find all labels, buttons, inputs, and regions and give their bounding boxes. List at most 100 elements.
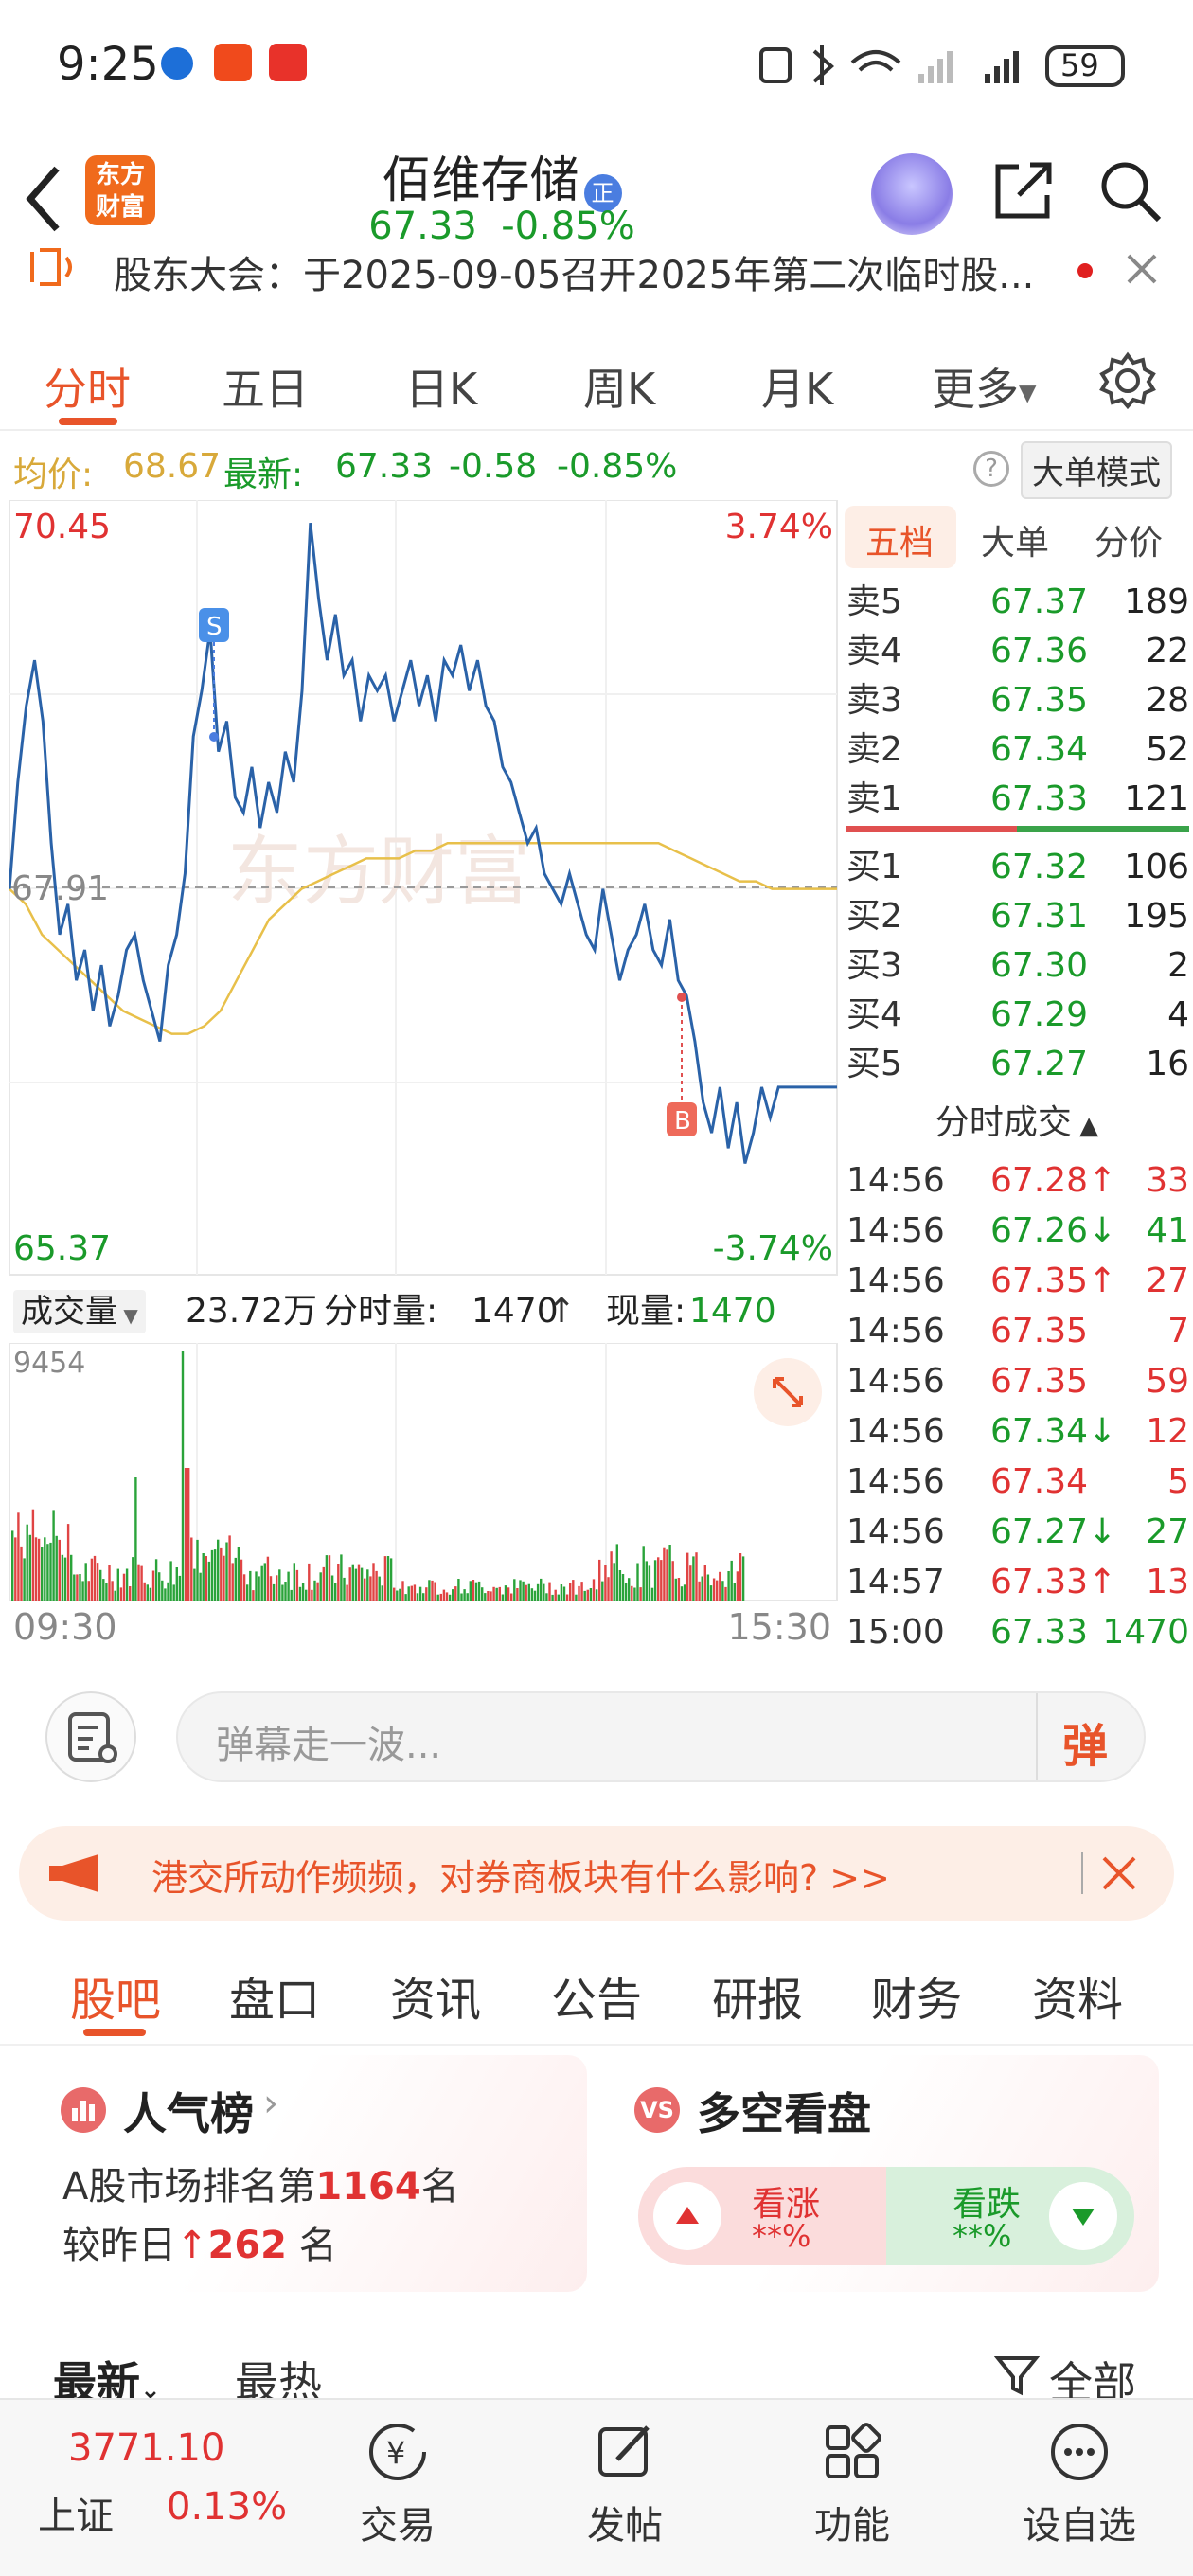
ai-assistant-icon[interactable] — [871, 153, 953, 235]
volume-bar — [686, 1552, 689, 1601]
tab-profile[interactable]: 资料 — [1032, 1962, 1123, 2029]
orderbook-tab-five-levels[interactable]: 五档 — [865, 515, 934, 564]
tab-intraday[interactable]: 分时 — [44, 355, 131, 418]
tab-financials[interactable]: 财务 — [871, 1962, 962, 2029]
volume-bar — [76, 1574, 79, 1601]
volume-bar — [448, 1594, 452, 1601]
volume-bar — [703, 1565, 706, 1601]
tab-five-day[interactable]: 五日 — [222, 355, 309, 418]
brand-logo[interactable]: 东方财富 — [85, 155, 155, 225]
search-icon[interactable] — [1096, 157, 1165, 225]
level-volume: 16 — [1146, 1045, 1189, 1083]
volume-chart-svg[interactable] — [9, 1343, 839, 1602]
volume-bar — [554, 1589, 557, 1601]
bid-level-row[interactable]: 买1 67.32 106 — [846, 843, 1189, 892]
volume-bar — [578, 1585, 580, 1601]
bearish-button[interactable]: 看跌 **% — [886, 2167, 1134, 2265]
avg-price-label: 均价: — [13, 456, 94, 494]
ask-level-row[interactable]: 卖2 67.34 52 — [846, 725, 1189, 775]
stock-name: 佰维存储 — [382, 152, 579, 209]
volume-bar — [190, 1537, 193, 1601]
stock-title-block[interactable]: 佰维存储 正 — [312, 140, 691, 212]
volume-bar — [636, 1563, 639, 1601]
ask-level-row[interactable]: 卖4 67.36 22 — [846, 627, 1189, 676]
danmu-send-button[interactable]: 弹 — [1062, 1708, 1108, 1775]
bid-level-row[interactable]: 买2 67.31 195 — [846, 892, 1189, 941]
bid-pressure-bar — [1017, 826, 1189, 832]
level-price: 67.36 — [990, 632, 1089, 671]
volume-bar — [290, 1589, 293, 1601]
popularity-card[interactable]: 人气榜 › A股市场排名第1164名 较昨日↑262 名 — [38, 2055, 587, 2292]
volume-bar — [255, 1571, 258, 1601]
close-icon[interactable] — [1123, 250, 1161, 288]
orderbook-tab-price-dist[interactable]: 分价 — [1095, 515, 1163, 564]
level-label: 卖2 — [846, 730, 902, 769]
nav-trade[interactable]: ¥ 交易 — [322, 2409, 473, 2549]
nav-post[interactable]: 发帖 — [549, 2409, 701, 2549]
volume-bar — [648, 1565, 651, 1601]
active-tab-indicator — [59, 418, 117, 425]
volume-bar — [366, 1569, 369, 1601]
price-chart-svg[interactable]: 东方财富 S B — [9, 500, 839, 1277]
trade-time: 14:56 — [846, 1312, 945, 1351]
triangle-down-icon — [1049, 2182, 1117, 2250]
expand-chart-button[interactable] — [754, 1358, 822, 1426]
volume-indicator-selector[interactable]: 成交量 ▼ — [13, 1290, 146, 1333]
volume-bar — [660, 1560, 663, 1601]
sentiment-title: 多空看盘 — [697, 2088, 871, 2139]
trade-volume: 13 — [1146, 1563, 1189, 1601]
latest-price-label: 最新: — [223, 456, 304, 494]
app-notification-icon — [214, 44, 252, 81]
close-icon[interactable] — [1098, 1852, 1140, 1894]
volume-bar — [276, 1575, 278, 1601]
ask-level-row[interactable]: 卖3 67.35 28 — [846, 676, 1189, 725]
back-icon[interactable] — [21, 161, 68, 237]
volume-bar — [237, 1547, 240, 1601]
trades-header[interactable]: 分时成交 ▲ — [841, 1095, 1193, 1144]
volume-bar — [677, 1578, 681, 1601]
danmu-settings-button[interactable] — [45, 1691, 136, 1782]
volume-bar — [158, 1572, 161, 1601]
volume-bar — [354, 1568, 358, 1601]
ask-level-row[interactable]: 卖1 67.33 121 — [846, 775, 1189, 824]
trade-volume: 27 — [1146, 1261, 1189, 1300]
volume-bar — [434, 1582, 436, 1601]
bid-level-row[interactable]: 买4 67.29 4 — [846, 991, 1189, 1040]
orderbook-tab-big-orders[interactable]: 大单 — [981, 515, 1049, 564]
tab-more[interactable]: 更多▼ — [932, 355, 1036, 418]
help-icon[interactable]: ? — [973, 451, 1009, 487]
bid-level-row[interactable]: 买5 67.27 16 — [846, 1040, 1189, 1089]
market-index-ticker[interactable]: 3771.10 上证 0.13% — [0, 2400, 303, 2576]
volume-bar — [272, 1583, 276, 1601]
ask-level-row[interactable]: 卖5 67.37 189 — [846, 578, 1189, 627]
tab-daily-k[interactable]: 日K — [405, 355, 477, 418]
tab-weekly-k[interactable]: 周K — [583, 355, 655, 418]
bid-level-row[interactable]: 买3 67.30 2 — [846, 941, 1189, 991]
danmu-input[interactable]: 弹幕走一波... 弹 — [176, 1691, 1146, 1782]
tab-announcements[interactable]: 公告 — [551, 1962, 642, 2029]
settings-gear-icon[interactable] — [1098, 351, 1157, 410]
nav-functions[interactable]: 功能 — [776, 2409, 928, 2549]
big-order-mode-button[interactable]: 大单模式 — [1021, 441, 1172, 499]
filter-icon[interactable] — [994, 2352, 1040, 2398]
promo-banner[interactable]: 港交所动作频频，对券商板块有什么影响? >> — [19, 1826, 1174, 1921]
tab-forum[interactable]: 股吧 — [70, 1962, 161, 2029]
volume-bar — [295, 1569, 299, 1601]
bullish-button[interactable]: 看涨 **% — [638, 2167, 886, 2265]
volume-bar — [79, 1574, 81, 1601]
notice-banner[interactable]: 股东大会：于2025-09-05召开2025年第二次临时股... — [0, 248, 1193, 305]
tab-orderbook[interactable]: 盘口 — [229, 1962, 320, 2029]
volume-bar — [631, 1585, 633, 1601]
volume-bar — [340, 1554, 343, 1601]
quote-info-bar: 均价: 68.67 最新: 67.33 -0.58 -0.85% ? 大单模式 — [0, 438, 1193, 499]
trade-icon: ¥ — [369, 2424, 426, 2480]
volume-bar — [474, 1582, 478, 1601]
trade-volume: 59 — [1146, 1362, 1189, 1401]
share-icon[interactable] — [990, 157, 1057, 224]
tab-research[interactable]: 研报 — [712, 1962, 803, 2029]
tab-monthly-k[interactable]: 月K — [761, 355, 833, 418]
intraday-chart[interactable]: 东方财富 S B 70.45 3.74% 67.91 65.37 -3.74% … — [9, 500, 839, 1657]
nav-add-watchlist[interactable]: 设自选 — [1004, 2409, 1155, 2549]
tab-news[interactable]: 资讯 — [390, 1962, 481, 2029]
versus-icon: VS — [634, 2087, 680, 2133]
